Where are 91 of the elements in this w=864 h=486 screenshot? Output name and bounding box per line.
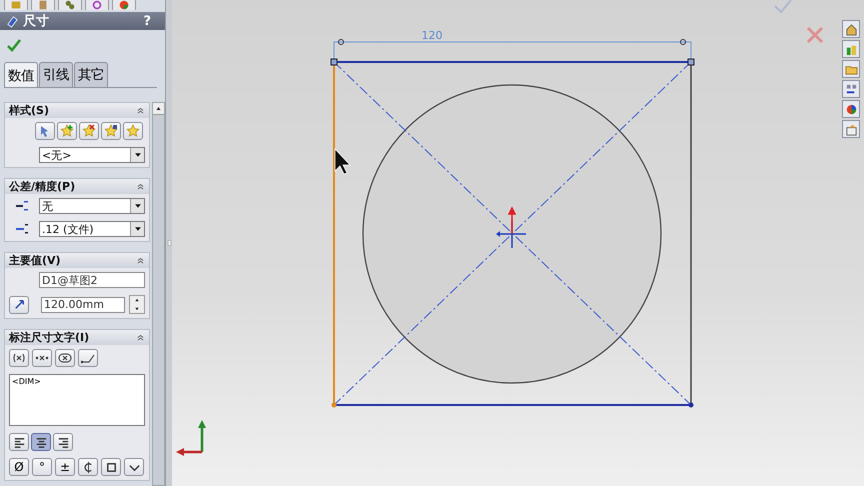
- tolerance-icon: [13, 199, 31, 213]
- sketch-point: [688, 402, 694, 408]
- up-arrow-icon: [134, 297, 140, 304]
- task-pane-tab[interactable]: [842, 60, 860, 78]
- symbol-button[interactable]: [78, 458, 98, 476]
- section-title: 公差/精度(P): [9, 179, 76, 194]
- align-center-icon: [34, 436, 48, 448]
- reverse-direction-button[interactable]: [9, 296, 29, 314]
- justify-button[interactable]: [53, 433, 73, 451]
- view-palette-icon: [844, 82, 858, 96]
- appearance-icon: [844, 102, 858, 116]
- up-arrow-icon: [155, 105, 162, 112]
- align-right-icon: [56, 436, 70, 448]
- symbol-button[interactable]: [124, 458, 144, 476]
- tab[interactable]: 其它: [74, 62, 108, 87]
- section-header[interactable]: 标注尺寸文字(I): [5, 330, 149, 345]
- dimension-value-field[interactable]: 120.00mm: [41, 296, 125, 312]
- crosshair-tab-icon: [91, 0, 103, 10]
- style-button[interactable]: [101, 122, 121, 140]
- dropdown-arrow-icon: [134, 225, 142, 233]
- checkmark-icon: [7, 38, 21, 52]
- dropdown-arrow-icon: [134, 151, 142, 159]
- justify-button[interactable]: [31, 433, 51, 451]
- symbol-button[interactable]: °: [32, 458, 52, 476]
- dropdown[interactable]: 无: [39, 198, 145, 214]
- scrollbar[interactable]: [152, 102, 165, 486]
- section-title: 主要值(V): [9, 253, 61, 268]
- symbol-button[interactable]: ±: [55, 458, 75, 476]
- ok-button[interactable]: [6, 38, 22, 54]
- tab[interactable]: 引线: [39, 62, 73, 87]
- task-pane-tab[interactable]: [842, 120, 860, 138]
- justify-button[interactable]: [9, 433, 29, 451]
- configuration-tab-icon: [64, 0, 76, 10]
- symbol-button[interactable]: [101, 458, 121, 476]
- tab[interactable]: 数值: [4, 62, 38, 87]
- mouse-pointer-icon: [334, 148, 351, 174]
- style-button[interactable]: [57, 122, 77, 140]
- origin-icon: [496, 207, 527, 249]
- property-tab-icon: [37, 0, 49, 10]
- parentheses-icon: [12, 351, 26, 365]
- collapse-chevrons-icon: [136, 106, 145, 115]
- align-left-icon: [12, 436, 26, 448]
- sketch-point: [332, 402, 336, 408]
- dimension-text-box[interactable]: <DIM>: [9, 374, 145, 426]
- style-button[interactable]: [79, 122, 99, 140]
- cancel-corner-icon: [806, 26, 824, 44]
- collapse-chevrons-icon: [136, 182, 145, 191]
- collapse-chevrons-icon: [136, 333, 145, 342]
- dropdown[interactable]: .12 (文件): [39, 221, 145, 237]
- custom-properties-icon: [844, 122, 858, 136]
- house-icon: [844, 22, 858, 36]
- star-plus-icon: [60, 124, 74, 138]
- axis-triad-icon: [176, 420, 206, 456]
- task-pane-tab[interactable]: [842, 100, 860, 118]
- section-header[interactable]: 公差/精度(P): [5, 179, 149, 194]
- sketch-point: [330, 58, 338, 66]
- appearance-tab-icon: [118, 0, 130, 10]
- section-title: 样式(S): [9, 103, 49, 118]
- section-header[interactable]: 样式(S): [5, 103, 149, 118]
- section-header[interactable]: 主要值(V): [5, 253, 149, 268]
- dimension-text-button[interactable]: [9, 349, 29, 367]
- dropdown-arrow-icon: [134, 202, 142, 210]
- property-manager-title: 尺寸: [23, 13, 50, 30]
- star-load-icon: [126, 124, 140, 138]
- inspection-icon: [58, 351, 72, 365]
- star-save-icon: [104, 124, 118, 138]
- star-delete-icon: [82, 124, 96, 138]
- dimension-icon: [6, 14, 19, 28]
- centerline-icon: [82, 460, 94, 474]
- task-pane-tab[interactable]: [842, 20, 860, 38]
- dimension-text-button[interactable]: [78, 349, 98, 367]
- help-button[interactable]: ?: [143, 14, 159, 28]
- dropdown[interactable]: <无>: [39, 147, 145, 163]
- down-arrow-icon: [134, 306, 140, 312]
- feature-tree-tab-icon: [10, 0, 22, 10]
- task-pane-tab[interactable]: [842, 40, 860, 58]
- dimension-text-button[interactable]: [55, 349, 75, 367]
- diagonal-arrows-icon: [12, 298, 26, 311]
- dimension-text-button[interactable]: [32, 349, 52, 367]
- style-button[interactable]: [123, 122, 143, 140]
- spin-buttons[interactable]: [129, 295, 145, 314]
- task-pane-tab[interactable]: [842, 80, 860, 98]
- collapse-chevrons-icon: [136, 256, 145, 265]
- precision-icon: [13, 222, 31, 236]
- dimension-name-field[interactable]: D1@草图2: [39, 272, 145, 288]
- symbol-button[interactable]: Ø: [9, 458, 29, 476]
- confirm-corner-icon: [774, 0, 792, 14]
- section-title: 标注尺寸文字(I): [9, 330, 90, 345]
- style-button[interactable]: [35, 122, 55, 140]
- square-icon: [104, 460, 118, 474]
- sketch-point: [688, 58, 694, 66]
